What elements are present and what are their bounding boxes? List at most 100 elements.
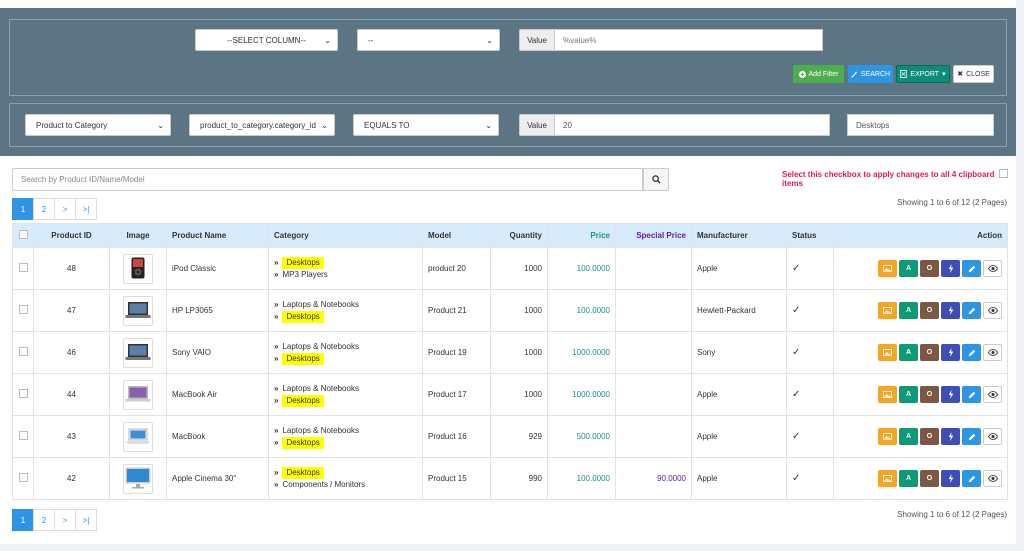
- edit-button[interactable]: [962, 302, 981, 319]
- category-line-1[interactable]: » Laptops & Notebooks: [274, 299, 417, 311]
- price-cell[interactable]: 100.0000: [547, 457, 616, 500]
- category-line-1[interactable]: » Desktops: [274, 256, 417, 269]
- quick-edit-button[interactable]: [941, 344, 960, 361]
- price-cell[interactable]: 1000.0000: [547, 331, 616, 374]
- special-price-cell[interactable]: [615, 289, 692, 332]
- category-line-2[interactable]: » Desktops: [274, 352, 417, 365]
- image-button[interactable]: [878, 302, 897, 319]
- view-button[interactable]: [983, 260, 1002, 277]
- product-name-cell[interactable]: iPod Classic: [166, 247, 269, 290]
- status-cell[interactable]: ✓: [786, 373, 834, 416]
- column-select[interactable]: --SELECT COLUMN-- ⌄: [195, 29, 338, 51]
- view-button[interactable]: [983, 428, 1002, 445]
- image-button[interactable]: [878, 260, 897, 277]
- model-cell[interactable]: Product 21: [422, 289, 491, 332]
- attributes-button[interactable]: A: [899, 428, 918, 445]
- category-line-2[interactable]: » Desktops: [274, 394, 417, 407]
- product-thumbnail[interactable]: [123, 295, 153, 326]
- search-button[interactable]: SEARCH: [848, 65, 893, 83]
- attributes-button[interactable]: A: [899, 344, 918, 361]
- header-special-price[interactable]: Special Price: [615, 223, 692, 248]
- image-button[interactable]: [878, 386, 897, 403]
- attributes-button[interactable]: A: [899, 260, 918, 277]
- edit-button[interactable]: [962, 344, 981, 361]
- special-price-cell[interactable]: [615, 247, 692, 290]
- view-button[interactable]: [983, 386, 1002, 403]
- page-1-link[interactable]: 1: [12, 509, 34, 531]
- search-submit-button[interactable]: [643, 168, 669, 191]
- quantity-cell[interactable]: 1000: [490, 289, 548, 332]
- category-line-2[interactable]: » Desktops: [274, 436, 417, 449]
- close-button[interactable]: ✖ CLOSE: [953, 65, 994, 83]
- model-cell[interactable]: Product 15: [422, 457, 491, 500]
- image-button[interactable]: [878, 470, 897, 487]
- filter-operator-select[interactable]: EQUALS TO ⌄: [353, 114, 499, 136]
- category-line-1[interactable]: » Laptops & Notebooks: [274, 383, 417, 395]
- header-product-name[interactable]: Product Name: [166, 223, 269, 248]
- select-all-checkbox[interactable]: [18, 230, 28, 239]
- options-button[interactable]: O: [920, 428, 939, 445]
- price-cell[interactable]: 1000.0000: [547, 373, 616, 416]
- product-thumbnail[interactable]: [123, 421, 153, 452]
- category-line-2[interactable]: » Desktops: [274, 310, 417, 323]
- quantity-cell[interactable]: 929: [490, 415, 548, 458]
- search-input[interactable]: Search by Product ID/Name/Model: [12, 168, 643, 191]
- quick-edit-button[interactable]: [941, 302, 960, 319]
- price-cell[interactable]: 500.0000: [547, 415, 616, 458]
- category-line-1[interactable]: » Laptops & Notebooks: [274, 425, 417, 437]
- status-cell[interactable]: ✓: [786, 457, 834, 500]
- quantity-cell[interactable]: 1000: [490, 331, 548, 374]
- clipboard-checkbox[interactable]: [999, 169, 1008, 178]
- special-price-cell[interactable]: 90.0000: [615, 457, 692, 500]
- header-price[interactable]: Price: [547, 223, 616, 248]
- header-quantity[interactable]: Quantity: [490, 223, 548, 248]
- product-name-cell[interactable]: Apple Cinema 30": [166, 457, 269, 500]
- edit-button[interactable]: [962, 260, 981, 277]
- special-price-cell[interactable]: [615, 373, 692, 416]
- options-button[interactable]: O: [920, 470, 939, 487]
- edit-button[interactable]: [962, 470, 981, 487]
- page-2-link[interactable]: 2: [33, 509, 55, 531]
- manufacturer-cell[interactable]: Apple: [691, 457, 787, 500]
- header-product-id[interactable]: Product ID: [33, 223, 110, 248]
- row-checkbox[interactable]: [18, 347, 28, 356]
- next-page-link[interactable]: >: [54, 509, 76, 531]
- model-cell[interactable]: Product 16: [422, 415, 491, 458]
- model-cell[interactable]: Product 17: [422, 373, 491, 416]
- row-checkbox[interactable]: [18, 305, 28, 314]
- attributes-button[interactable]: A: [899, 302, 918, 319]
- value-input[interactable]: %value%: [554, 29, 823, 51]
- edit-button[interactable]: [962, 386, 981, 403]
- model-cell[interactable]: product 20: [422, 247, 491, 290]
- product-name-cell[interactable]: MacBook: [166, 415, 269, 458]
- price-cell[interactable]: 100.0000: [547, 247, 616, 290]
- operator-select[interactable]: -- ⌄: [357, 29, 500, 51]
- special-price-cell[interactable]: [615, 415, 692, 458]
- attributes-button[interactable]: A: [899, 470, 918, 487]
- manufacturer-cell[interactable]: Sony: [691, 331, 787, 374]
- product-thumbnail[interactable]: [123, 379, 153, 410]
- product-thumbnail[interactable]: [123, 253, 153, 284]
- quantity-cell[interactable]: 1000: [490, 373, 548, 416]
- product-name-cell[interactable]: MacBook Air: [166, 373, 269, 416]
- filter-table-select[interactable]: Product to Category ⌄: [25, 114, 171, 136]
- last-page-link[interactable]: >|: [75, 198, 97, 220]
- export-button[interactable]: EXPORT ▾: [896, 65, 950, 83]
- header-category[interactable]: Category: [268, 223, 423, 248]
- row-checkbox[interactable]: [18, 389, 28, 398]
- filter-column-select[interactable]: product_to_category.category_id ⌄: [189, 114, 335, 136]
- manufacturer-cell[interactable]: Hewlett-Packard: [691, 289, 787, 332]
- status-cell[interactable]: ✓: [786, 331, 834, 374]
- header-status[interactable]: Status: [786, 223, 834, 248]
- quick-edit-button[interactable]: [941, 428, 960, 445]
- header-manufacturer[interactable]: Manufacturer: [691, 223, 787, 248]
- attributes-button[interactable]: A: [899, 386, 918, 403]
- row-checkbox[interactable]: [18, 431, 28, 440]
- quick-edit-button[interactable]: [941, 470, 960, 487]
- view-button[interactable]: [983, 344, 1002, 361]
- edit-button[interactable]: [962, 428, 981, 445]
- product-name-cell[interactable]: HP LP3065: [166, 289, 269, 332]
- product-name-cell[interactable]: Sony VAIO: [166, 331, 269, 374]
- product-thumbnail[interactable]: [123, 337, 153, 368]
- category-line-1[interactable]: » Laptops & Notebooks: [274, 341, 417, 353]
